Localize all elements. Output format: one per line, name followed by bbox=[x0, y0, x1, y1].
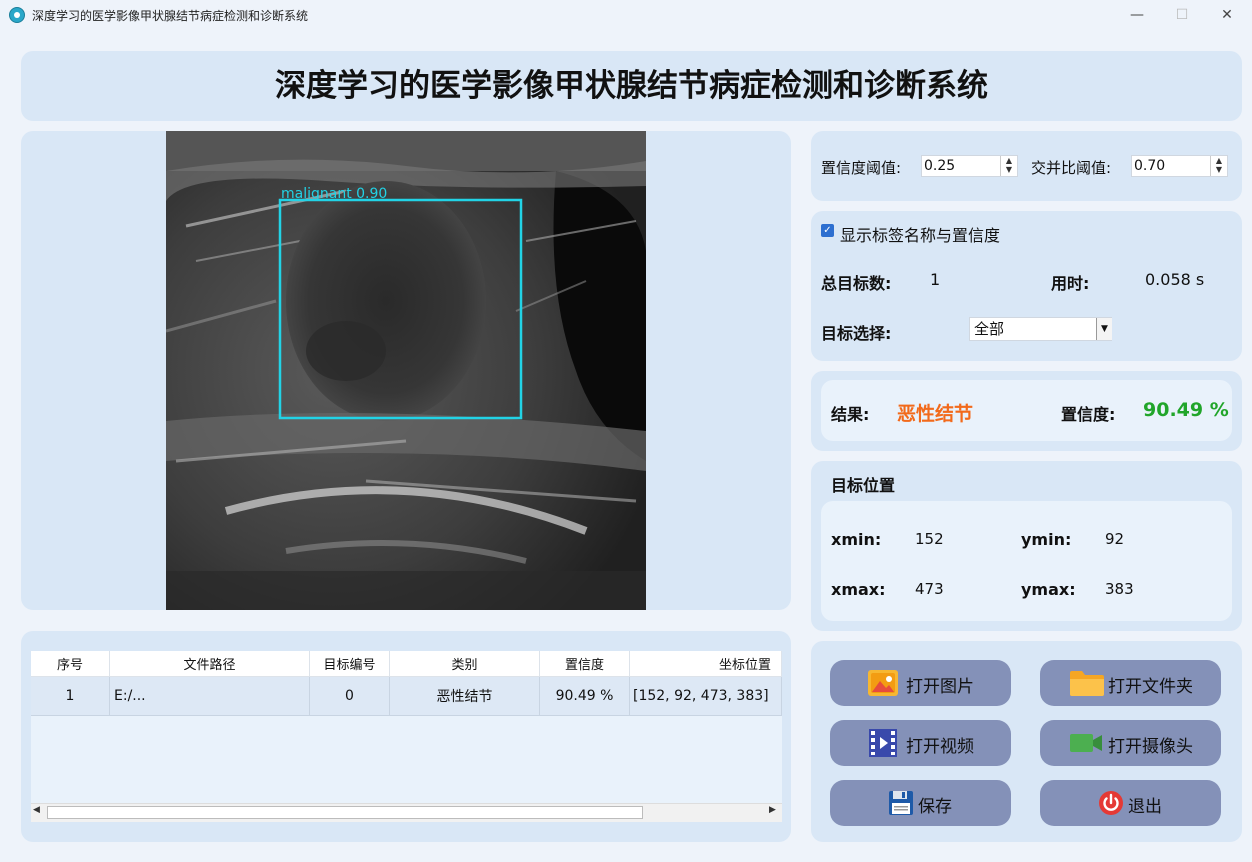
maximize-button[interactable]: ☐ bbox=[1160, 4, 1204, 28]
open-camera-button[interactable]: 打开摄像头 bbox=[1040, 720, 1221, 766]
target-select-dropdown[interactable]: 全部 bbox=[969, 317, 1112, 341]
table-header[interactable]: 类别 bbox=[389, 651, 540, 677]
table-header[interactable]: 坐标位置 bbox=[629, 651, 782, 677]
image-icon bbox=[868, 670, 898, 696]
exit-label: 退出 bbox=[1128, 797, 1162, 817]
video-icon bbox=[869, 729, 897, 757]
target-position-title: 目标位置 bbox=[831, 476, 896, 495]
table-row[interactable]: 1 E:/... 0 恶性结节 90.49 % [152, 92, 473, 3… bbox=[31, 676, 782, 716]
result-confidence-label: 置信度: bbox=[1061, 405, 1116, 424]
chevron-down-icon[interactable]: ▼ bbox=[1096, 318, 1112, 340]
floppy-disk-icon bbox=[889, 791, 913, 815]
open-folder-button[interactable]: 打开文件夹 bbox=[1040, 660, 1221, 706]
result-confidence-value: 90.49 % bbox=[1143, 399, 1229, 421]
app-logo-icon bbox=[9, 7, 25, 23]
show-labels-text: 显示标签名称与置信度 bbox=[840, 226, 1001, 245]
camera-icon bbox=[1070, 734, 1102, 752]
elapsed-time-value: 0.058 s bbox=[1145, 270, 1205, 289]
page-title: 深度学习的医学影像甲状腺结节病症检测和诊断系统 bbox=[275, 68, 988, 104]
open-folder-label: 打开文件夹 bbox=[1108, 677, 1193, 697]
total-targets-label: 总目标数: bbox=[821, 274, 892, 293]
ymin-value: 92 bbox=[1105, 530, 1125, 548]
open-image-label: 打开图片 bbox=[906, 677, 974, 697]
save-label: 保存 bbox=[918, 797, 952, 817]
xmax-value: 473 bbox=[915, 580, 944, 598]
table-header[interactable]: 目标编号 bbox=[309, 651, 390, 677]
save-button[interactable]: 保存 bbox=[830, 780, 1011, 826]
table-cell: E:/... bbox=[109, 676, 310, 716]
scroll-right-arrow-icon[interactable]: ▶ bbox=[769, 805, 776, 815]
window-title: 深度学习的医学影像甲状腺结节病症检测和诊断系统 bbox=[32, 9, 309, 23]
detection-label: malignant 0.90 bbox=[281, 186, 387, 202]
open-video-label: 打开视频 bbox=[906, 737, 974, 757]
ymax-value: 383 bbox=[1105, 580, 1134, 598]
result-value: 恶性结节 bbox=[897, 403, 974, 425]
close-button[interactable]: ✕ bbox=[1205, 4, 1249, 28]
folder-icon bbox=[1070, 671, 1104, 696]
target-position-card bbox=[821, 501, 1232, 621]
show-labels-checkbox[interactable]: ✓ bbox=[821, 224, 834, 237]
total-targets-value: 1 bbox=[930, 270, 941, 289]
ymax-label: ymax: bbox=[1021, 580, 1076, 599]
exit-button[interactable]: 退出 bbox=[1040, 780, 1221, 826]
elapsed-time-label: 用时: bbox=[1051, 274, 1090, 293]
ultrasound-image: malignant 0.90 bbox=[166, 131, 646, 610]
minimize-button[interactable]: — bbox=[1115, 4, 1159, 28]
power-icon bbox=[1099, 791, 1123, 815]
table-cell: 0 bbox=[309, 676, 390, 716]
ymin-label: ymin: bbox=[1021, 530, 1072, 549]
table-header[interactable]: 置信度 bbox=[539, 651, 630, 677]
scrollbar-thumb[interactable] bbox=[47, 806, 643, 819]
results-table: 序号 文件路径 目标编号 类别 置信度 坐标位置 1 E:/... 0 恶性结节… bbox=[31, 651, 782, 716]
xmin-value: 152 bbox=[915, 530, 944, 548]
table-header[interactable]: 序号 bbox=[31, 651, 110, 677]
open-camera-label: 打开摄像头 bbox=[1108, 737, 1193, 757]
iou-spin-arrows-icon[interactable]: ▲ ▼ bbox=[1210, 156, 1227, 176]
xmax-label: xmax: bbox=[831, 580, 886, 599]
confidence-threshold-label: 置信度阈值: bbox=[821, 159, 902, 177]
table-cell: 恶性结节 bbox=[389, 676, 540, 716]
table-cell: 90.49 % bbox=[539, 676, 630, 716]
iou-threshold-label: 交并比阈值: bbox=[1031, 159, 1112, 177]
result-label: 结果: bbox=[831, 405, 870, 424]
xmin-label: xmin: bbox=[831, 530, 882, 549]
target-select-label: 目标选择: bbox=[821, 324, 892, 343]
confidence-spin-arrows-icon[interactable]: ▲ ▼ bbox=[1000, 156, 1017, 176]
table-cell: [152, 92, 473, 383] bbox=[629, 676, 782, 716]
scroll-left-arrow-icon[interactable]: ◀ bbox=[33, 805, 40, 815]
open-video-button[interactable]: 打开视频 bbox=[830, 720, 1011, 766]
open-image-button[interactable]: 打开图片 bbox=[830, 660, 1011, 706]
results-table-container: 序号 文件路径 目标编号 类别 置信度 坐标位置 1 E:/... 0 恶性结节… bbox=[31, 651, 782, 821]
table-header[interactable]: 文件路径 bbox=[109, 651, 310, 677]
table-cell: 1 bbox=[31, 676, 110, 716]
